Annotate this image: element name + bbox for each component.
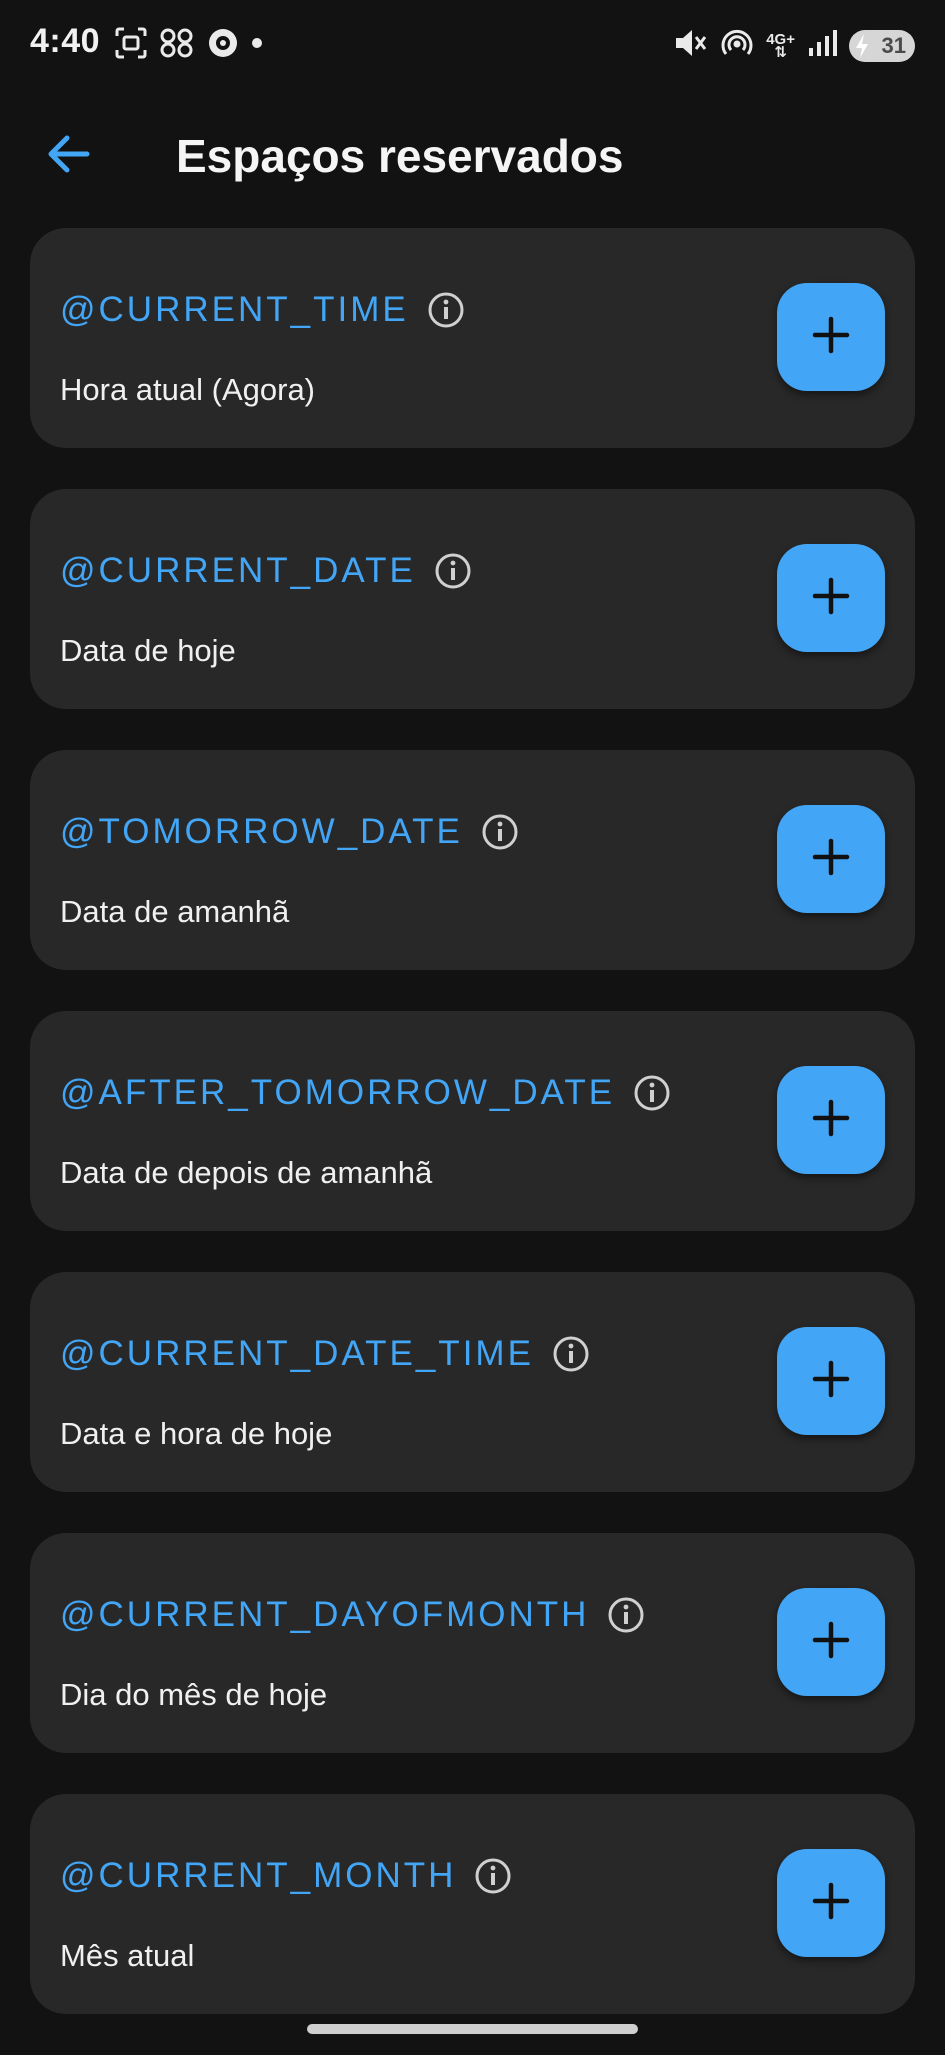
more-notifications-dot-icon <box>250 36 264 55</box>
placeholder-name: @TOMORROW_DATE <box>60 812 463 851</box>
placeholder-name: @CURRENT_DATE_TIME <box>60 1334 534 1373</box>
battery-level: 31 <box>881 32 906 58</box>
app-notification-icon <box>158 26 196 65</box>
info-icon[interactable] <box>474 1857 512 1895</box>
placeholder-name: @CURRENT_DATE <box>60 551 416 590</box>
placeholder-name-row: @CURRENT_TIME <box>60 288 465 332</box>
info-icon[interactable] <box>427 291 465 329</box>
music-disc-icon <box>206 26 240 65</box>
screenshot-icon <box>114 26 148 65</box>
data-arrows-icon: ⇅ <box>774 43 787 61</box>
home-indicator[interactable] <box>307 2024 638 2034</box>
system-icons: 4G+ ⇅ 31 <box>672 26 915 65</box>
plus-icon <box>809 1096 853 1145</box>
notification-icons <box>114 26 264 65</box>
placeholder-card: @CURRENT_DAYOFMONTH Dia do mês de hoje <box>30 1533 915 1753</box>
placeholder-card: @TOMORROW_DATE Data de amanhã <box>30 750 915 970</box>
plus-icon <box>809 574 853 623</box>
placeholder-description: Data de amanhã <box>60 894 290 929</box>
placeholder-description: Dia do mês de hoje <box>60 1677 328 1712</box>
plus-icon <box>809 313 853 362</box>
charging-bolt-icon <box>853 32 871 66</box>
placeholder-list: @CURRENT_TIME Hora atual (Agora) @CURREN… <box>30 228 915 2055</box>
placeholder-name: @AFTER_TOMORROW_DATE <box>60 1073 616 1112</box>
placeholder-name: @CURRENT_MONTH <box>60 1856 457 1895</box>
info-icon[interactable] <box>434 552 472 590</box>
page-title: Espaços reservados <box>176 130 624 182</box>
placeholder-description: Mês atual <box>60 1938 195 1973</box>
placeholder-name: @CURRENT_DAYOFMONTH <box>60 1595 590 1634</box>
plus-icon <box>809 1879 853 1928</box>
hotspot-icon <box>720 26 754 65</box>
battery-indicator: 31 <box>849 29 915 62</box>
status-time: 4:40 <box>30 22 101 60</box>
info-icon[interactable] <box>633 1074 671 1112</box>
status-bar: 4:40 4G+ ⇅ 31 <box>0 0 945 92</box>
placeholder-card: @CURRENT_TIME Hora atual (Agora) <box>30 228 915 448</box>
add-placeholder-button[interactable] <box>777 1066 885 1174</box>
placeholder-name-row: @CURRENT_DAYOFMONTH <box>60 1593 645 1637</box>
arrow-back-icon <box>45 134 91 179</box>
placeholder-name-row: @CURRENT_DATE_TIME <box>60 1332 590 1376</box>
plus-icon <box>809 835 853 884</box>
placeholder-name-row: @AFTER_TOMORROW_DATE <box>60 1071 671 1115</box>
add-placeholder-button[interactable] <box>777 1849 885 1957</box>
add-placeholder-button[interactable] <box>777 1588 885 1696</box>
placeholder-card: @CURRENT_MONTH Mês atual <box>30 1794 915 2014</box>
placeholder-description: Hora atual (Agora) <box>60 372 316 407</box>
placeholder-description: Data de hoje <box>60 633 236 668</box>
app-bar: Espaços reservados <box>0 110 945 200</box>
info-icon[interactable] <box>607 1596 645 1634</box>
placeholder-card: @AFTER_TOMORROW_DATE Data de depois de a… <box>30 1011 915 1231</box>
back-button[interactable] <box>36 128 100 184</box>
placeholder-card: @CURRENT_DATE Data de hoje <box>30 489 915 709</box>
placeholder-name-row: @TOMORROW_DATE <box>60 810 519 854</box>
plus-icon <box>809 1357 853 1406</box>
plus-icon <box>809 1618 853 1667</box>
add-placeholder-button[interactable] <box>777 805 885 913</box>
info-icon[interactable] <box>481 813 519 851</box>
placeholder-description: Data de depois de amanhã <box>60 1155 433 1190</box>
placeholder-name-row: @CURRENT_DATE <box>60 549 472 593</box>
placeholder-card: @CURRENT_DATE_TIME Data e hora de hoje <box>30 1272 915 1492</box>
add-placeholder-button[interactable] <box>777 283 885 391</box>
add-placeholder-button[interactable] <box>777 1327 885 1435</box>
placeholder-description: Data e hora de hoje <box>60 1416 333 1451</box>
signal-icon <box>807 28 837 63</box>
add-placeholder-button[interactable] <box>777 544 885 652</box>
info-icon[interactable] <box>552 1335 590 1373</box>
placeholder-name-row: @CURRENT_MONTH <box>60 1854 512 1898</box>
network-type-label: 4G+ ⇅ <box>766 32 795 61</box>
placeholder-name: @CURRENT_TIME <box>60 290 409 329</box>
mute-icon <box>672 26 708 65</box>
